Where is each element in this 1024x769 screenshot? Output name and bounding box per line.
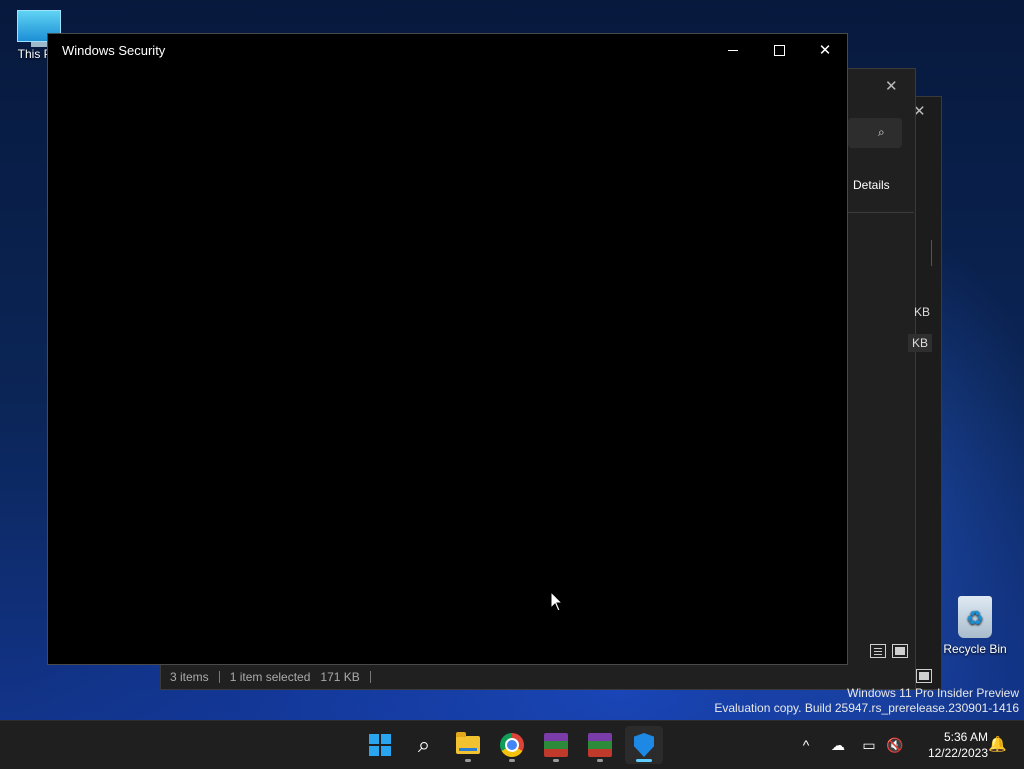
file-size: KB — [914, 305, 931, 319]
network-icon[interactable]: ▭ — [858, 721, 880, 769]
details-button[interactable]: Details — [853, 178, 890, 192]
clock-time: 5:36 AM — [943, 730, 988, 744]
folder-icon — [456, 732, 480, 754]
search-box[interactable]: ⌕ — [848, 118, 902, 148]
close-icon[interactable]: ✕ — [885, 77, 898, 95]
minimize-icon — [728, 49, 738, 51]
chrome-icon — [500, 733, 524, 757]
close-icon: ✕ — [818, 42, 832, 59]
windows-logo-icon — [369, 734, 391, 756]
search-icon: ⌕ — [417, 732, 431, 757]
onedrive-offline-icon[interactable]: ☁ — [826, 721, 850, 769]
recycle-bin-label: Recycle Bin — [943, 642, 1007, 656]
recycle-bin-icon: ♻ — [958, 596, 992, 638]
maximize-icon — [773, 44, 785, 56]
taskbar-file-explorer[interactable] — [449, 726, 487, 764]
selection-info: 1 item selected — [229, 670, 311, 684]
windows-security-window[interactable]: Windows Security ✕ — [47, 33, 848, 665]
window-title: Windows Security — [62, 43, 166, 58]
selection-size: 171 KB — [320, 670, 360, 684]
column-divider[interactable] — [931, 240, 932, 266]
taskbar-windows-security[interactable] — [625, 726, 663, 764]
status-bar: 3 items 1 item selected 171 KB — [160, 666, 914, 688]
taskbar-winrar-2[interactable] — [581, 726, 619, 764]
minimize-button[interactable] — [710, 34, 756, 66]
maximize-button[interactable] — [756, 34, 802, 66]
notification-bell-icon[interactable]: 🔔 — [988, 735, 1007, 753]
start-button[interactable] — [361, 726, 399, 764]
shield-icon — [634, 733, 654, 757]
winrar-icon — [588, 733, 612, 757]
divider — [848, 212, 914, 213]
search-icon: ⌕ — [878, 125, 885, 139]
evaluation-watermark: Windows 11 Pro Insider Preview Evaluatio… — [714, 686, 1019, 716]
thumbnail-view-icon[interactable] — [916, 669, 932, 683]
watermark-line-2: Evaluation copy. Build 25947.rs_prerelea… — [714, 701, 1019, 715]
item-count: 3 items — [170, 670, 209, 684]
taskbar: ⌕ ^ ☁ ▭ 🔇 5:36 AM 12/22/2023 🔔 — [0, 720, 1024, 769]
watermark-line-1: Windows 11 Pro Insider Preview — [847, 686, 1019, 700]
taskbar-winrar-1[interactable] — [537, 726, 575, 764]
taskbar-clock[interactable]: 5:36 AM 12/22/2023 — [912, 729, 988, 761]
clock-date: 12/22/2023 — [927, 746, 988, 760]
volume-muted-icon[interactable]: 🔇 — [884, 721, 906, 769]
search-button[interactable]: ⌕ — [405, 726, 443, 764]
file-size-selected: KB — [908, 334, 933, 352]
taskbar-chrome[interactable] — [493, 726, 531, 764]
details-view-icon[interactable] — [870, 644, 886, 658]
winrar-icon — [544, 733, 568, 757]
show-hidden-icons-chevron-icon[interactable]: ^ — [794, 721, 818, 769]
close-button[interactable]: ✕ — [802, 34, 848, 66]
recycle-bin-desktop-icon[interactable]: ♻ Recycle Bin — [938, 596, 1012, 656]
view-toggle-group — [870, 644, 908, 658]
thumbnail-view-icon[interactable] — [892, 644, 908, 658]
